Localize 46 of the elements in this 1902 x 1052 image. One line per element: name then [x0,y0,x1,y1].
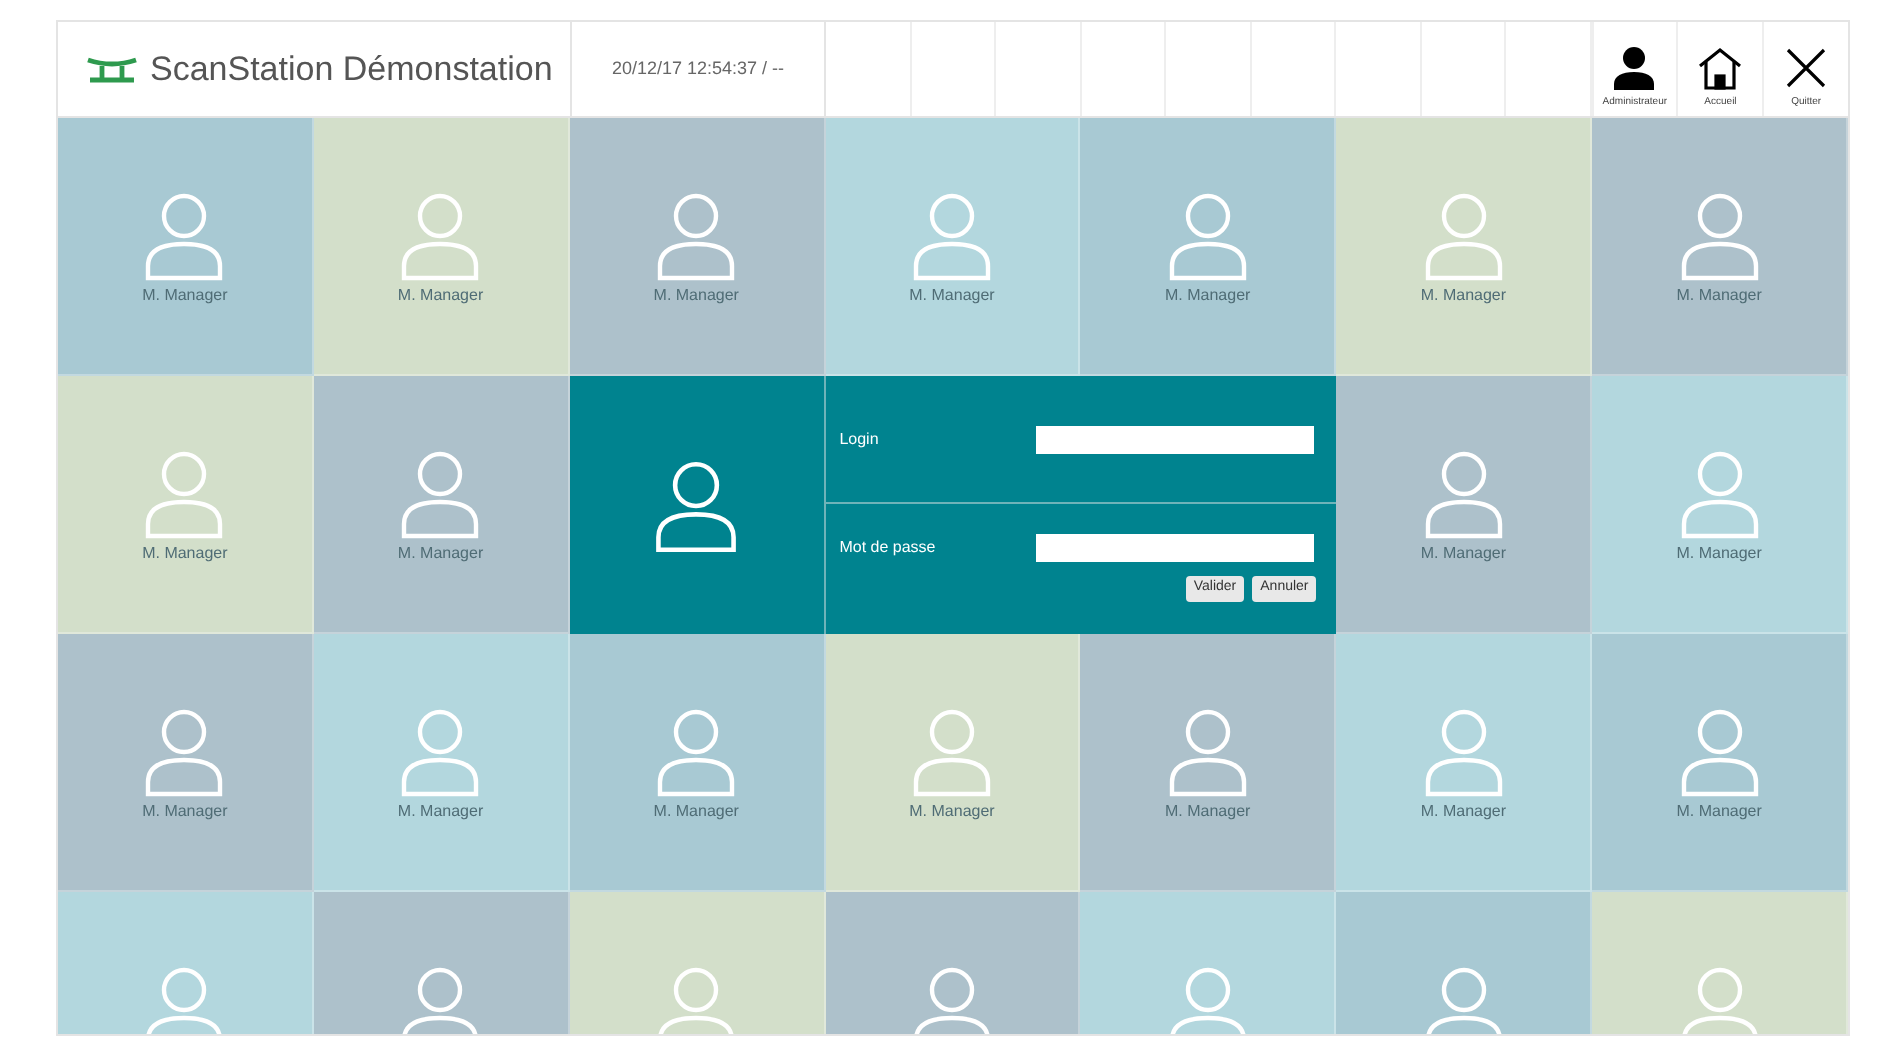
password-label: Mot de passe [839,536,938,560]
user-name: M. Manager [1165,800,1251,824]
user-tile[interactable]: M. Manager [313,376,570,634]
user-name: M. Manager [909,284,995,308]
close-icon [1784,45,1829,89]
user-tile[interactable]: M. Manager [569,118,826,376]
password-field[interactable] [1035,534,1314,562]
user-tile[interactable]: M. Manager [313,118,570,376]
user-name: M. Manager [1420,542,1507,566]
user-name: M. Manager [1420,284,1507,308]
user-name: M. Manager [1420,800,1507,824]
date-time: 20/12/17 12:54:37 / -- [611,55,785,82]
user-name: M. Manager [142,284,228,308]
user-name: M. Manager [1676,542,1762,566]
user-tile[interactable]: M. Manager [313,634,570,892]
user-name: M. Manager [1676,800,1762,824]
user-name: M. Manager [397,542,484,566]
user-tile[interactable]: M. Manager [1080,118,1337,376]
user-name: M. Manager [397,800,484,824]
user-name: M. Manager [1165,284,1251,308]
user-name: M. Manager [142,800,228,824]
user-icon [1612,45,1657,89]
user-tile[interactable]: M. Manager [569,634,826,892]
user-tile[interactable]: M. Manager [1336,118,1593,376]
user-name: M. Manager [397,284,484,308]
user-name: M. Manager [142,542,228,566]
user-name: M. Manager [1676,284,1762,308]
user-tile[interactable]: M. Manager [1592,634,1848,892]
login-field[interactable] [1035,425,1314,453]
user-tile[interactable]: M. Manager [1592,118,1848,376]
user-tile[interactable]: M. Manager [1080,634,1337,892]
user-name: M. Manager [909,800,995,824]
user-tile[interactable]: M. Manager [825,634,1081,892]
user-name: M. Manager [653,284,739,308]
logo-icon [86,55,138,83]
user-tile[interactable]: M. Manager [58,634,314,892]
home-icon [1698,45,1743,89]
user-tile[interactable]: M. Manager [1336,376,1593,634]
login-label: Login [839,427,881,451]
user-tile[interactable]: M. Manager [825,118,1081,376]
user-name: M. Manager [653,800,739,824]
user-tile[interactable]: M. Manager [1592,376,1848,634]
app-title: ScanStation Démonstation [150,47,553,92]
user-tile[interactable]: M. Manager [58,376,314,634]
user-tile[interactable]: M. Manager [1336,634,1593,892]
user-tile[interactable]: M. Manager [58,118,314,376]
